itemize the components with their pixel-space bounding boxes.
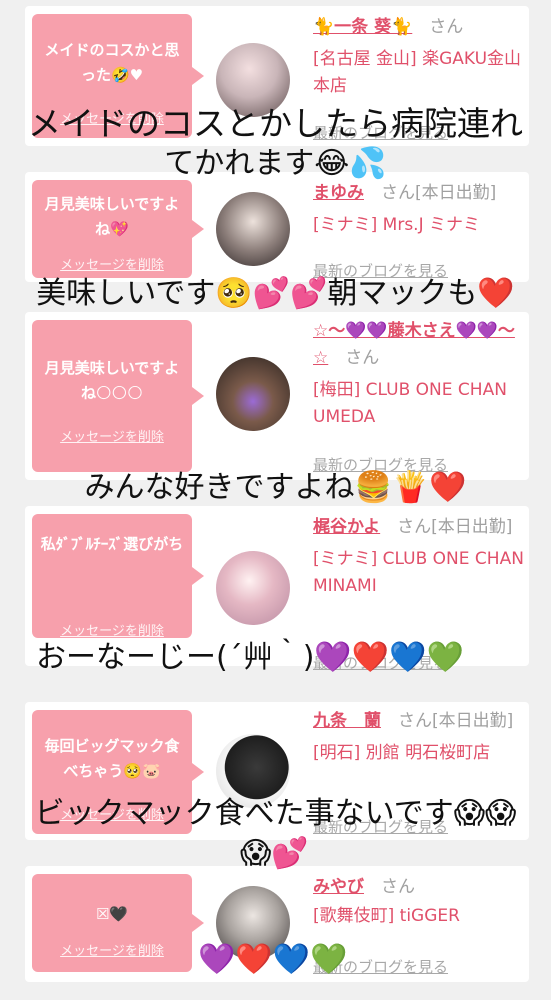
cast-name-link[interactable]: 🐈一条 葵🐈 <box>313 17 412 37</box>
overlay-caption: ビックマック食べた事ないです😱😱 <box>34 796 517 831</box>
honorific: さん <box>381 877 415 897</box>
delete-message-link[interactable]: メッセージを削除 <box>32 940 192 959</box>
honorific: さん <box>397 517 432 537</box>
attendance-status: [本日出勤] <box>432 711 514 731</box>
cast-name-link[interactable]: みやび <box>313 877 364 897</box>
cast-info: まゆみ さん[本日出勤] [ミナミ] Mrs.J ミナミ 最新のブログを見る <box>313 180 527 280</box>
shop-name: [名古屋 金山] 楽GAKU金山本店 <box>313 49 522 96</box>
message-text: 毎回ビッグマック食べちゃう🥺🐷 <box>44 737 180 780</box>
avatar[interactable] <box>216 357 290 431</box>
shop-name: [ミナミ] Mrs.J ミナミ <box>313 215 481 235</box>
message-text: メイドのコスかと思った🤣♥ <box>44 41 180 84</box>
honorific: さん <box>345 348 380 368</box>
overlay-caption: おーなーじー(´艸｀)💜❤️💙💚 <box>36 640 464 675</box>
attendance-status: [本日出勤] <box>415 183 497 203</box>
honorific: さん <box>429 17 464 37</box>
shop-name: [明石] 別館 明石桜町店 <box>313 743 491 763</box>
shop-name: [歌舞伎町] tiGGER <box>313 906 460 926</box>
cast-info: 梶谷かよ さん[本日出勤] [ミナミ] CLUB ONE CHAN MINAMI… <box>313 514 527 672</box>
cast-name-link[interactable]: ☆〜💜💜藤木さえ💜💜〜☆ <box>313 321 515 368</box>
honorific: さん <box>398 711 432 731</box>
cast-info: 九条 蘭 さん[本日出勤] [明石] 別館 明石桜町店 最新のブログを見る <box>313 708 527 836</box>
overlay-caption: てかれます😂💦 <box>164 146 387 181</box>
cast-info: 🐈一条 葵🐈 さん [名古屋 金山] 楽GAKU金山本店 最新のブログを見る <box>313 14 527 142</box>
overlay-caption: メイドのコスとかしたら病院連れ <box>28 104 523 143</box>
overlay-caption: 💜❤️💙💚 <box>198 942 348 977</box>
avatar[interactable] <box>216 192 290 266</box>
cast-info: ☆〜💜💜藤木さえ💜💜〜☆ さん [梅田] CLUB ONE CHAN UMEDA… <box>313 318 527 474</box>
message-text: 月見美味しいですよね🌕🌕🌕 <box>44 359 180 402</box>
cast-name-link[interactable]: 梶谷かよ <box>313 517 380 537</box>
shop-name: [梅田] CLUB ONE CHAN UMEDA <box>313 380 507 427</box>
message-text: 月見美味しいですよね💖 <box>44 195 180 238</box>
overlay-caption: みんな好きですよね🍔🍟❤️ <box>84 470 467 505</box>
message-bubble: ☒🖤 メッセージを削除 <box>32 874 204 972</box>
overlay-caption: 美味しいです🥺💕💕朝マックも❤️ <box>36 276 515 311</box>
message-bubble: 月見美味しいですよね💖 メッセージを削除 <box>32 180 204 278</box>
cast-info: みやび さん [歌舞伎町] tiGGER 最新のブログを見る <box>313 874 527 976</box>
avatar[interactable] <box>216 551 290 625</box>
message-card: 月見美味しいですよね🌕🌕🌕 メッセージを削除 ☆〜💜💜藤木さえ💜💜〜☆ さん [… <box>25 312 529 480</box>
attendance-status: [本日出勤] <box>431 517 513 537</box>
delete-message-link[interactable]: メッセージを削除 <box>32 426 192 445</box>
cast-name-link[interactable]: まゆみ <box>313 183 364 203</box>
message-text: 私ﾀﾞﾌﾞﾙﾁｰｽﾞ選びがち <box>40 535 184 553</box>
message-card: 月見美味しいですよね💖 メッセージを削除 まゆみ さん[本日出勤] [ミナミ] … <box>25 172 529 282</box>
honorific: さん <box>381 183 415 203</box>
delete-message-link[interactable]: メッセージを削除 <box>32 620 192 639</box>
delete-message-link[interactable]: メッセージを削除 <box>32 254 192 273</box>
overlay-caption: 😱💕 <box>240 836 309 871</box>
message-bubble: 私ﾀﾞﾌﾞﾙﾁｰｽﾞ選びがち メッセージを削除 <box>32 514 204 639</box>
shop-name: [ミナミ] CLUB ONE CHAN MINAMI <box>313 549 524 596</box>
cast-name-link[interactable]: 九条 蘭 <box>313 711 381 731</box>
message-bubble: 月見美味しいですよね🌕🌕🌕 メッセージを削除 <box>32 320 204 472</box>
message-text: ☒🖤 <box>95 905 129 923</box>
